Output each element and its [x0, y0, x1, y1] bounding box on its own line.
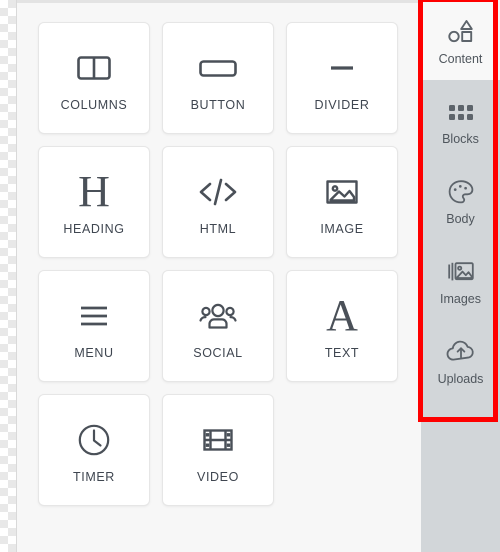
tile-image[interactable]: IMAGE: [286, 146, 398, 258]
tile-heading[interactable]: H HEADING: [38, 146, 150, 258]
tile-columns[interactable]: COLUMNS: [38, 22, 150, 134]
tool-sidebar: Content Blocks Body Images Uploads: [421, 0, 500, 552]
sidebar-item-body[interactable]: Body: [421, 160, 500, 240]
tile-label: DIVIDER: [314, 98, 370, 112]
shapes-icon: [446, 15, 476, 49]
social-icon: [196, 292, 240, 340]
tile-label: TIMER: [73, 470, 115, 484]
divider-icon: [322, 44, 362, 92]
transparency-checkerboard: [0, 0, 16, 552]
tile-label: HTML: [199, 222, 237, 236]
tile-label: COLUMNS: [60, 98, 128, 112]
tile-video[interactable]: VIDEO: [162, 394, 274, 506]
tile-text[interactable]: A TEXT: [286, 270, 398, 382]
sidebar-item-label: Images: [440, 291, 481, 306]
content-panel: COLUMNS BUTTON DIVIDER H HEADING HTML IM…: [17, 0, 421, 552]
tile-label: VIDEO: [197, 470, 239, 484]
tile-menu[interactable]: MENU: [38, 270, 150, 382]
image-icon: [322, 168, 362, 216]
panel-top-bar: [17, 0, 421, 3]
tile-label: MENU: [74, 346, 114, 360]
columns-icon: [74, 44, 114, 92]
sidebar-item-blocks[interactable]: Blocks: [421, 80, 500, 160]
tile-divider[interactable]: DIVIDER: [286, 22, 398, 134]
code-icon: [196, 168, 240, 216]
tile-label: SOCIAL: [193, 346, 243, 360]
sidebar-item-label: Body: [446, 211, 475, 226]
timer-icon: [74, 416, 114, 464]
tile-html[interactable]: HTML: [162, 146, 274, 258]
tile-button[interactable]: BUTTON: [162, 22, 274, 134]
sidebar-item-label: Content: [438, 51, 483, 66]
video-icon: [198, 416, 238, 464]
tile-label: IMAGE: [320, 222, 364, 236]
content-tile-grid: COLUMNS BUTTON DIVIDER H HEADING HTML IM…: [38, 22, 399, 506]
upload-cloud-icon: [445, 335, 477, 369]
text-glyph: A: [326, 291, 358, 340]
palette-icon: [447, 175, 475, 209]
tile-label: TEXT: [324, 346, 360, 360]
sidebar-item-label: Uploads: [437, 371, 484, 386]
photos-icon: [446, 255, 476, 289]
sidebar-item-label: Blocks: [442, 131, 479, 146]
menu-icon: [74, 292, 114, 340]
sidebar-item-uploads[interactable]: Uploads: [421, 320, 500, 400]
sidebar-item-images[interactable]: Images: [421, 240, 500, 320]
heading-icon: H: [78, 168, 110, 216]
email-builder-screen: COLUMNS BUTTON DIVIDER H HEADING HTML IM…: [0, 0, 500, 552]
tile-label: HEADING: [63, 222, 125, 236]
button-icon: [196, 44, 240, 92]
heading-glyph: H: [78, 167, 110, 216]
sidebar-item-content[interactable]: Content: [421, 0, 500, 80]
tile-label: BUTTON: [190, 98, 246, 112]
tile-timer[interactable]: TIMER: [38, 394, 150, 506]
grid-icon: [447, 95, 475, 129]
text-icon: A: [326, 292, 358, 340]
tile-social[interactable]: SOCIAL: [162, 270, 274, 382]
